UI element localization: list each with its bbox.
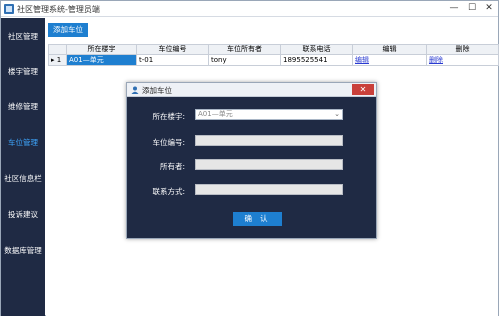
building-select[interactable]: A01—单元 ⌄: [195, 109, 343, 120]
window-title: 社区管理系统-管理员端: [17, 5, 100, 14]
table-corner: [48, 44, 67, 55]
cell-space-no[interactable]: t-01: [136, 54, 209, 66]
chevron-down-icon: ⌄: [334, 110, 340, 118]
sidebar-item-complaints[interactable]: 投诉建议: [1, 208, 45, 222]
sidebar-item-repairs[interactable]: 维修管理: [1, 100, 45, 114]
close-button[interactable]: ✕: [482, 2, 496, 15]
cell-owner[interactable]: tony: [208, 54, 281, 66]
sidebar: 社区管理 楼宇管理 维修管理 车位管理 社区信息栏 投诉建议 数据库管理: [1, 18, 45, 316]
add-parking-button[interactable]: 添加车位: [48, 23, 88, 37]
cell-phone[interactable]: 1895525541: [280, 54, 353, 66]
col-header-owner[interactable]: 车位所有者: [208, 44, 281, 55]
building-select-value: A01—单元: [198, 110, 233, 118]
space-no-input[interactable]: [195, 135, 343, 146]
phone-input[interactable]: [195, 184, 343, 195]
space-no-label: 车位编号:: [152, 138, 185, 147]
table-row[interactable]: ▸ 1 A01—单元 t-01 tony 1895525541 编辑 删除: [48, 54, 499, 66]
row-indicator[interactable]: ▸ 1: [48, 54, 67, 66]
user-icon: [131, 86, 139, 94]
sidebar-item-parking[interactable]: 车位管理: [1, 136, 45, 150]
cell-building[interactable]: A01—单元: [66, 54, 137, 66]
confirm-button[interactable]: 确 认: [233, 212, 282, 226]
col-header-space-no[interactable]: 车位编号: [136, 44, 209, 55]
cell-edit: 编辑: [352, 54, 427, 66]
edit-link[interactable]: 编辑: [355, 56, 369, 64]
maximize-button[interactable]: ☐: [465, 2, 479, 15]
sidebar-item-bulletin[interactable]: 社区信息栏: [1, 172, 45, 186]
sidebar-item-community[interactable]: 社区管理: [1, 30, 45, 44]
sidebar-item-buildings[interactable]: 楼宇管理: [1, 65, 45, 79]
building-label: 所在楼宇:: [152, 112, 185, 121]
col-header-building[interactable]: 所在楼宇: [66, 44, 137, 55]
cell-delete: 删除: [426, 54, 499, 66]
dialog-title: 添加车位: [142, 86, 172, 95]
col-header-edit[interactable]: 编辑: [352, 44, 427, 55]
dialog-close-button[interactable]: ✕: [352, 84, 374, 95]
app-window: 社区管理系统-管理员端 — ☐ ✕ 社区管理 楼宇管理 维修管理 车位管理 社区…: [0, 0, 499, 316]
col-header-phone[interactable]: 联系电话: [280, 44, 353, 55]
owner-label: 所有者:: [159, 162, 185, 171]
sidebar-item-database[interactable]: 数据库管理: [1, 244, 45, 258]
minimize-button[interactable]: —: [447, 2, 461, 15]
title-bar: 社区管理系统-管理员端 — ☐ ✕: [1, 1, 498, 17]
delete-link[interactable]: 删除: [429, 56, 443, 64]
phone-label: 联系方式:: [152, 187, 185, 196]
col-header-delete[interactable]: 删除: [426, 44, 499, 55]
dialog-title-bar: 添加车位 ✕: [127, 83, 376, 97]
app-icon: [4, 4, 14, 14]
owner-input[interactable]: [195, 159, 343, 170]
parking-table: 所在楼宇 车位编号 车位所有者 联系电话 编辑 删除 ▸ 1 A01—单元 t-…: [48, 44, 499, 66]
